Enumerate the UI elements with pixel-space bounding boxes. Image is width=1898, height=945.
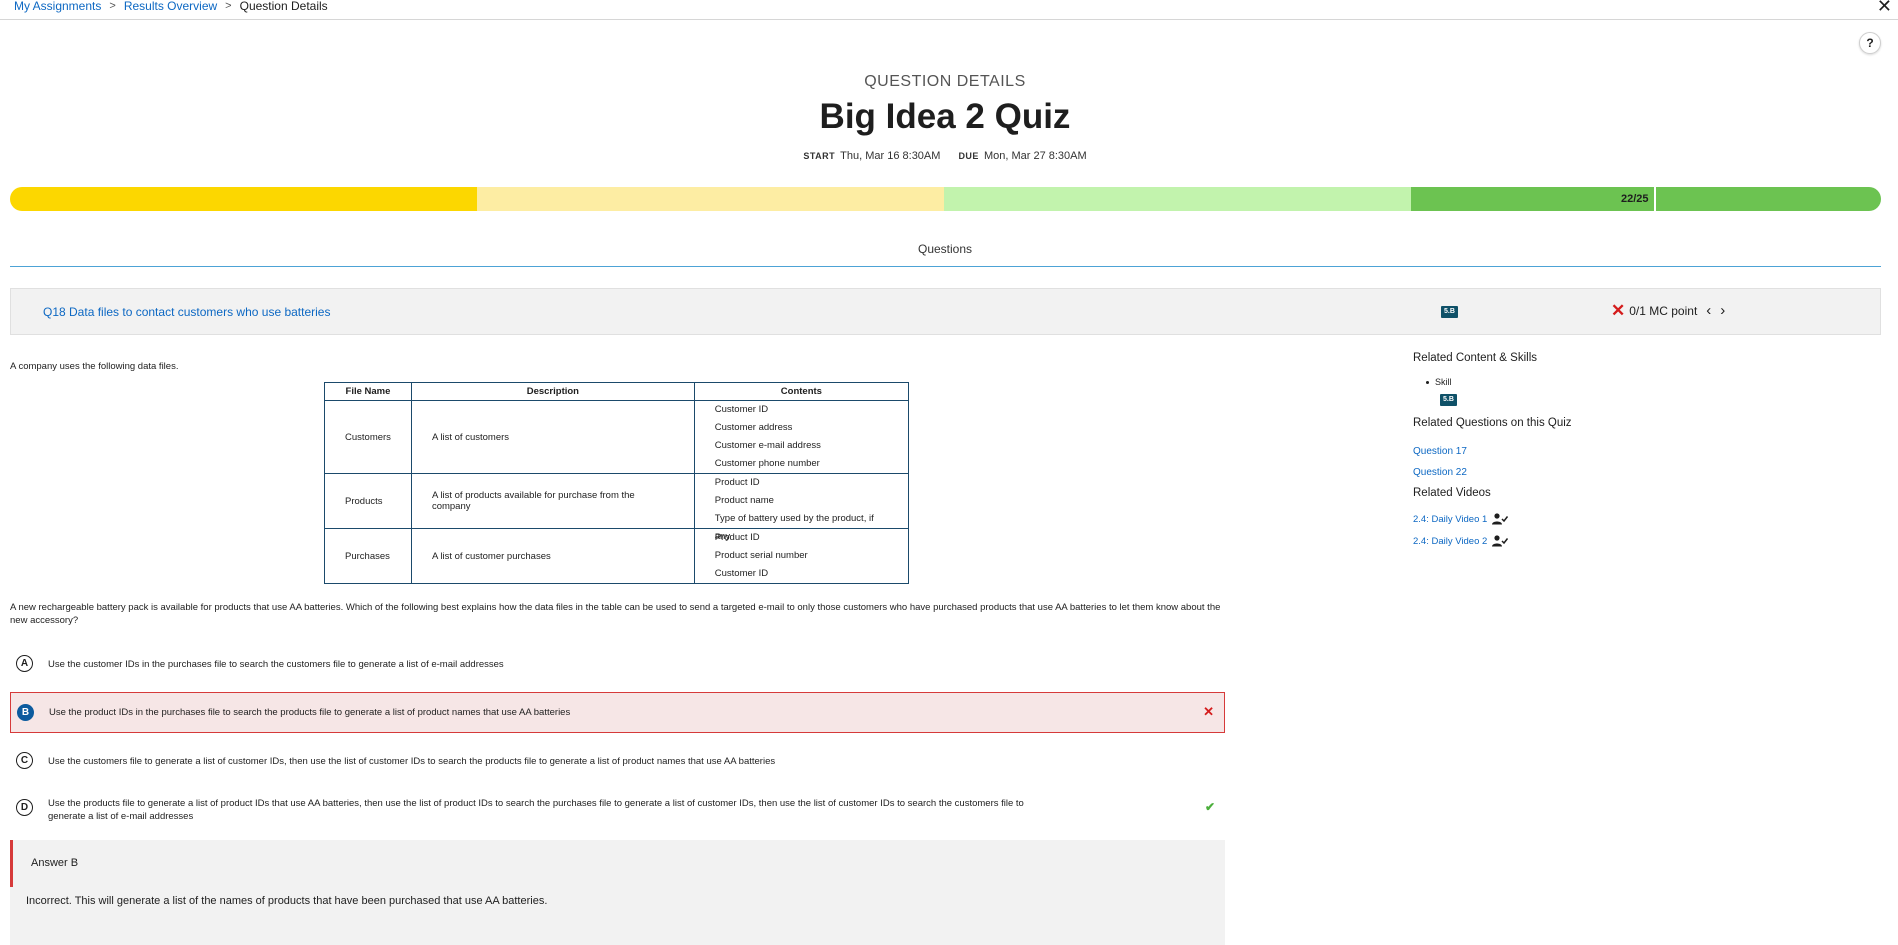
- incorrect-x-icon: ✕: [1203, 704, 1214, 719]
- option-letter-a: A: [16, 655, 33, 672]
- table-cell-description: A list of customer purchases: [410, 528, 695, 584]
- contents-item: Customer ID: [714, 568, 769, 579]
- contents-item: Product name: [714, 495, 774, 506]
- option-text: Use the products file to generate a list…: [48, 798, 1024, 822]
- person-check-icon: [1492, 535, 1509, 547]
- breadcrumb: My Assignments > Results Overview > Ques…: [14, 0, 328, 12]
- table-cell-description: A list of customers: [410, 400, 695, 474]
- related-video-link[interactable]: 2.4: Daily Video 1: [1413, 513, 1509, 525]
- start-label: START: [803, 151, 836, 161]
- table-row: Customers A list of customers Customer I…: [324, 400, 910, 474]
- due-label: DUE: [958, 151, 979, 161]
- option-letter-b: B: [17, 704, 34, 721]
- chevron-right-icon[interactable]: ›: [1720, 303, 1725, 318]
- question-stem-intro: A company uses the following data files.: [10, 361, 179, 372]
- score-band-4: 22/25: [1411, 187, 1881, 211]
- question-score-text: 0/1 MC point: [1629, 303, 1698, 318]
- table-header-cell: File Name: [324, 382, 412, 401]
- video-link-text: 2.4: Daily Video 2: [1413, 535, 1488, 547]
- answer-title: Answer B: [31, 857, 79, 869]
- score-band-1: [10, 187, 477, 211]
- table-cell-contents: Customer ID Customer address Customer e-…: [693, 400, 910, 474]
- page-eyebrow: QUESTION DETAILS: [864, 73, 1026, 90]
- correct-check-icon: ✔: [1204, 800, 1215, 814]
- contents-item: Customer address: [714, 422, 793, 433]
- contents-item: Type of battery used by the product, if …: [714, 513, 874, 542]
- help-button[interactable]: ?: [1859, 32, 1881, 54]
- table-cell-name: Customers: [324, 400, 412, 474]
- score-band-2: [477, 187, 944, 211]
- related-content-title: Related Content & Skills: [1413, 352, 1538, 364]
- answer-explanation-panel: Answer B Incorrect. This will generate a…: [10, 840, 1225, 945]
- question-header: Q18 Data files to contact customers who …: [10, 288, 1881, 335]
- breadcrumb-current: Question Details: [239, 0, 328, 13]
- skill-list: Skill: [1426, 377, 1452, 387]
- top-bar: My Assignments > Results Overview > Ques…: [0, 0, 1898, 20]
- table-cell-name: Products: [324, 473, 412, 529]
- answer-explanation: Incorrect. This will generate a list of …: [26, 895, 548, 907]
- bullet-icon: [1426, 381, 1429, 385]
- chevron-right-icon: >: [225, 0, 232, 12]
- data-files-table: File Name Description Contents Customers…: [324, 382, 910, 584]
- start-date: Thu, Mar 16 8:30AM: [840, 150, 941, 162]
- table-header-cell: Contents: [693, 382, 910, 401]
- page-title: Big Idea 2 Quiz: [819, 97, 1071, 136]
- table-row: Products A list of products available fo…: [324, 473, 910, 542]
- breadcrumb-results-overview[interactable]: Results Overview: [124, 0, 217, 12]
- table-header-row: File Name Description Contents: [324, 382, 910, 401]
- skill-badge: 5.B: [1441, 306, 1458, 318]
- answer-header: Answer B: [10, 840, 1225, 887]
- score-bar: 22/25: [10, 187, 1881, 211]
- tab-underline: [10, 266, 1881, 267]
- option-letter-c: C: [16, 752, 33, 769]
- related-videos-title: Related Videos: [1413, 487, 1491, 499]
- contents-item: Product serial number: [714, 550, 808, 561]
- contents-item: Product ID: [714, 477, 760, 488]
- table-cell-contents: Product ID Product serial number Custome…: [693, 528, 910, 584]
- assignment-dates: START Thu, Mar 16 8:30AM DUE Mon, Mar 27 8:…: [0, 150, 1890, 162]
- related-video-link[interactable]: 2.4: Daily Video 2: [1413, 535, 1509, 547]
- related-question-link[interactable]: Question 22: [1413, 467, 1467, 478]
- incorrect-x-icon: ✕: [1611, 301, 1626, 320]
- answer-option-a[interactable]: A Use the customer IDs in the purchases …: [10, 654, 1225, 674]
- question-title[interactable]: Q18 Data files to contact customers who …: [43, 305, 330, 319]
- question-score: ✕ 0/1 MC point ‹ ›: [1611, 302, 1725, 319]
- due-date: Mon, Mar 27 8:30AM: [983, 150, 1087, 162]
- person-check-icon: [1492, 513, 1509, 525]
- answer-option-c[interactable]: C Use the customers file to generate a l…: [10, 751, 1225, 771]
- tab-questions[interactable]: Questions: [0, 242, 1890, 256]
- skill-badge: 5.B: [1440, 394, 1457, 406]
- table-cell-name: Purchases: [324, 528, 412, 584]
- contents-item: Customer e-mail address: [714, 440, 821, 451]
- contents-item: Customer phone number: [714, 458, 820, 469]
- video-link-text: 2.4: Daily Video 1: [1413, 513, 1488, 525]
- option-text: Use the customers file to generate a lis…: [48, 756, 776, 767]
- table-cell-contents: Product ID Product name Type of battery …: [693, 473, 910, 542]
- close-icon[interactable]: ✕: [1877, 0, 1892, 15]
- skill-label: Skill: [1435, 377, 1452, 387]
- table-row: Purchases A list of customer purchases P…: [324, 528, 910, 584]
- question-stem: A new rechargeable battery pack is avail…: [10, 602, 1221, 626]
- chevron-right-icon: >: [109, 0, 116, 12]
- option-text: Use the customer IDs in the purchases fi…: [48, 659, 504, 670]
- score-text: 22/25: [1621, 193, 1649, 205]
- contents-item: Product ID: [714, 532, 760, 543]
- option-letter-d: D: [16, 799, 33, 816]
- related-questions-title: Related Questions on this Quiz: [1413, 417, 1572, 429]
- answer-option-d[interactable]: D Use the products file to generate a li…: [10, 794, 1225, 824]
- table-header-cell: Description: [410, 382, 695, 401]
- table-cell-description: A list of products available for purchas…: [410, 473, 695, 529]
- option-text: Use the product IDs in the purchases fil…: [49, 707, 571, 718]
- related-question-link[interactable]: Question 17: [1413, 446, 1467, 457]
- answer-option-b[interactable]: B Use the product IDs in the purchases f…: [10, 692, 1225, 733]
- chevron-left-icon[interactable]: ‹: [1706, 303, 1711, 318]
- breadcrumb-my-assignments[interactable]: My Assignments: [14, 0, 101, 12]
- contents-item: Customer ID: [714, 404, 769, 415]
- score-marker: [1654, 187, 1656, 211]
- score-band-3: [944, 187, 1411, 211]
